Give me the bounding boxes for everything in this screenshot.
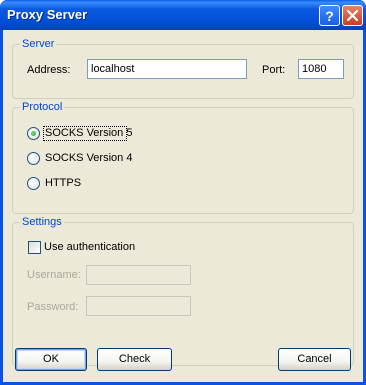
port-input[interactable]	[298, 59, 344, 79]
proxy-server-dialog: Proxy Server ? Server Address: Port: Pro…	[0, 0, 366, 385]
close-icon	[347, 10, 358, 21]
radio-https-label[interactable]: HTTPS	[45, 177, 81, 190]
settings-group-label: Settings	[20, 216, 64, 228]
help-icon: ?	[325, 7, 334, 24]
help-button[interactable]: ?	[319, 5, 340, 26]
server-group: Server Address: Port:	[12, 38, 354, 99]
window-title: Proxy Server	[7, 7, 88, 22]
username-label: Username:	[27, 269, 81, 281]
title-bar[interactable]: Proxy Server ?	[0, 0, 366, 30]
address-input[interactable]	[87, 59, 247, 79]
username-input[interactable]	[86, 265, 191, 285]
ok-button[interactable]: OK	[15, 348, 87, 371]
settings-group: Settings Use authentication Username: Pa…	[12, 216, 354, 366]
use-authentication-label[interactable]: Use authentication	[44, 241, 135, 254]
address-label: Address:	[27, 64, 71, 76]
check-button[interactable]: Check	[97, 348, 172, 371]
protocol-group: Protocol SOCKS Version 5 SOCKS Version 4…	[12, 101, 354, 214]
protocol-group-label: Protocol	[20, 101, 65, 113]
password-input[interactable]	[86, 296, 191, 316]
password-label: Password:	[27, 301, 79, 313]
cancel-button[interactable]: Cancel	[278, 348, 351, 371]
close-button[interactable]	[342, 5, 363, 26]
server-group-label: Server	[20, 38, 57, 50]
radio-socks5-button[interactable]	[27, 127, 40, 140]
radio-socks5-label[interactable]: SOCKS Version 5	[45, 127, 132, 140]
radio-socks4-button[interactable]	[27, 152, 40, 165]
use-authentication-checkbox[interactable]	[28, 241, 41, 254]
port-label: Port:	[262, 64, 286, 76]
dialog-body: Server Address: Port: Protocol SOCKS Ver…	[3, 30, 363, 382]
radio-selected-dot	[31, 131, 36, 136]
radio-socks4-label[interactable]: SOCKS Version 4	[45, 152, 132, 165]
radio-https-button[interactable]	[27, 177, 40, 190]
